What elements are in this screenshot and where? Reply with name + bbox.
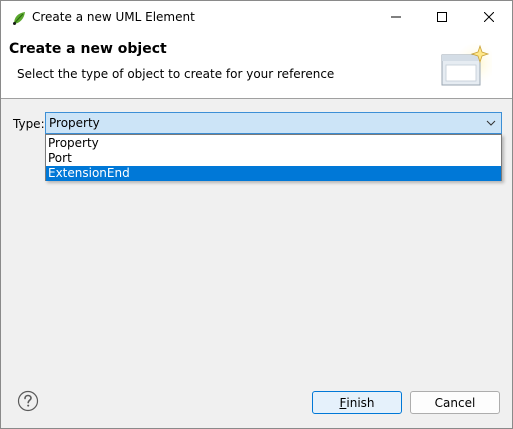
dialog-window: Create a new UML Element Create a new ob…	[0, 0, 513, 429]
type-dropdown-list: Property Port ExtensionEnd	[45, 134, 502, 181]
finish-mnemonic: F	[339, 395, 347, 410]
minimize-icon	[391, 16, 401, 18]
type-combobox-value: Property	[49, 116, 100, 130]
app-leaf-icon	[13, 12, 25, 25]
finish-button[interactable]: Finish	[312, 391, 402, 414]
banner-description: Select the type of object to create for …	[17, 67, 335, 81]
maximize-icon	[437, 12, 447, 22]
maximize-button[interactable]	[419, 1, 465, 33]
dropdown-option-property[interactable]: Property	[46, 136, 501, 151]
banner-title: Create a new object	[9, 41, 167, 57]
close-button[interactable]	[466, 1, 512, 33]
finish-label-rest: inish	[346, 395, 375, 410]
cancel-button[interactable]: Cancel	[410, 391, 500, 414]
dropdown-option-port[interactable]: Port	[46, 151, 501, 166]
question-mark-icon[interactable]	[17, 390, 39, 412]
chevron-down-icon[interactable]	[485, 117, 497, 129]
type-combobox[interactable]: Property	[45, 112, 502, 134]
wizard-banner: Create a new object Select the type of o…	[1, 33, 512, 99]
window-title: Create a new UML Element	[32, 10, 195, 24]
close-icon	[484, 12, 494, 22]
title-bar[interactable]: Create a new UML Element	[1, 1, 512, 33]
wizard-window-sparkle-icon	[441, 43, 492, 86]
type-label: Type:	[13, 117, 45, 131]
minimize-button[interactable]	[373, 1, 419, 33]
dropdown-option-extensionend[interactable]: ExtensionEnd	[46, 166, 501, 181]
